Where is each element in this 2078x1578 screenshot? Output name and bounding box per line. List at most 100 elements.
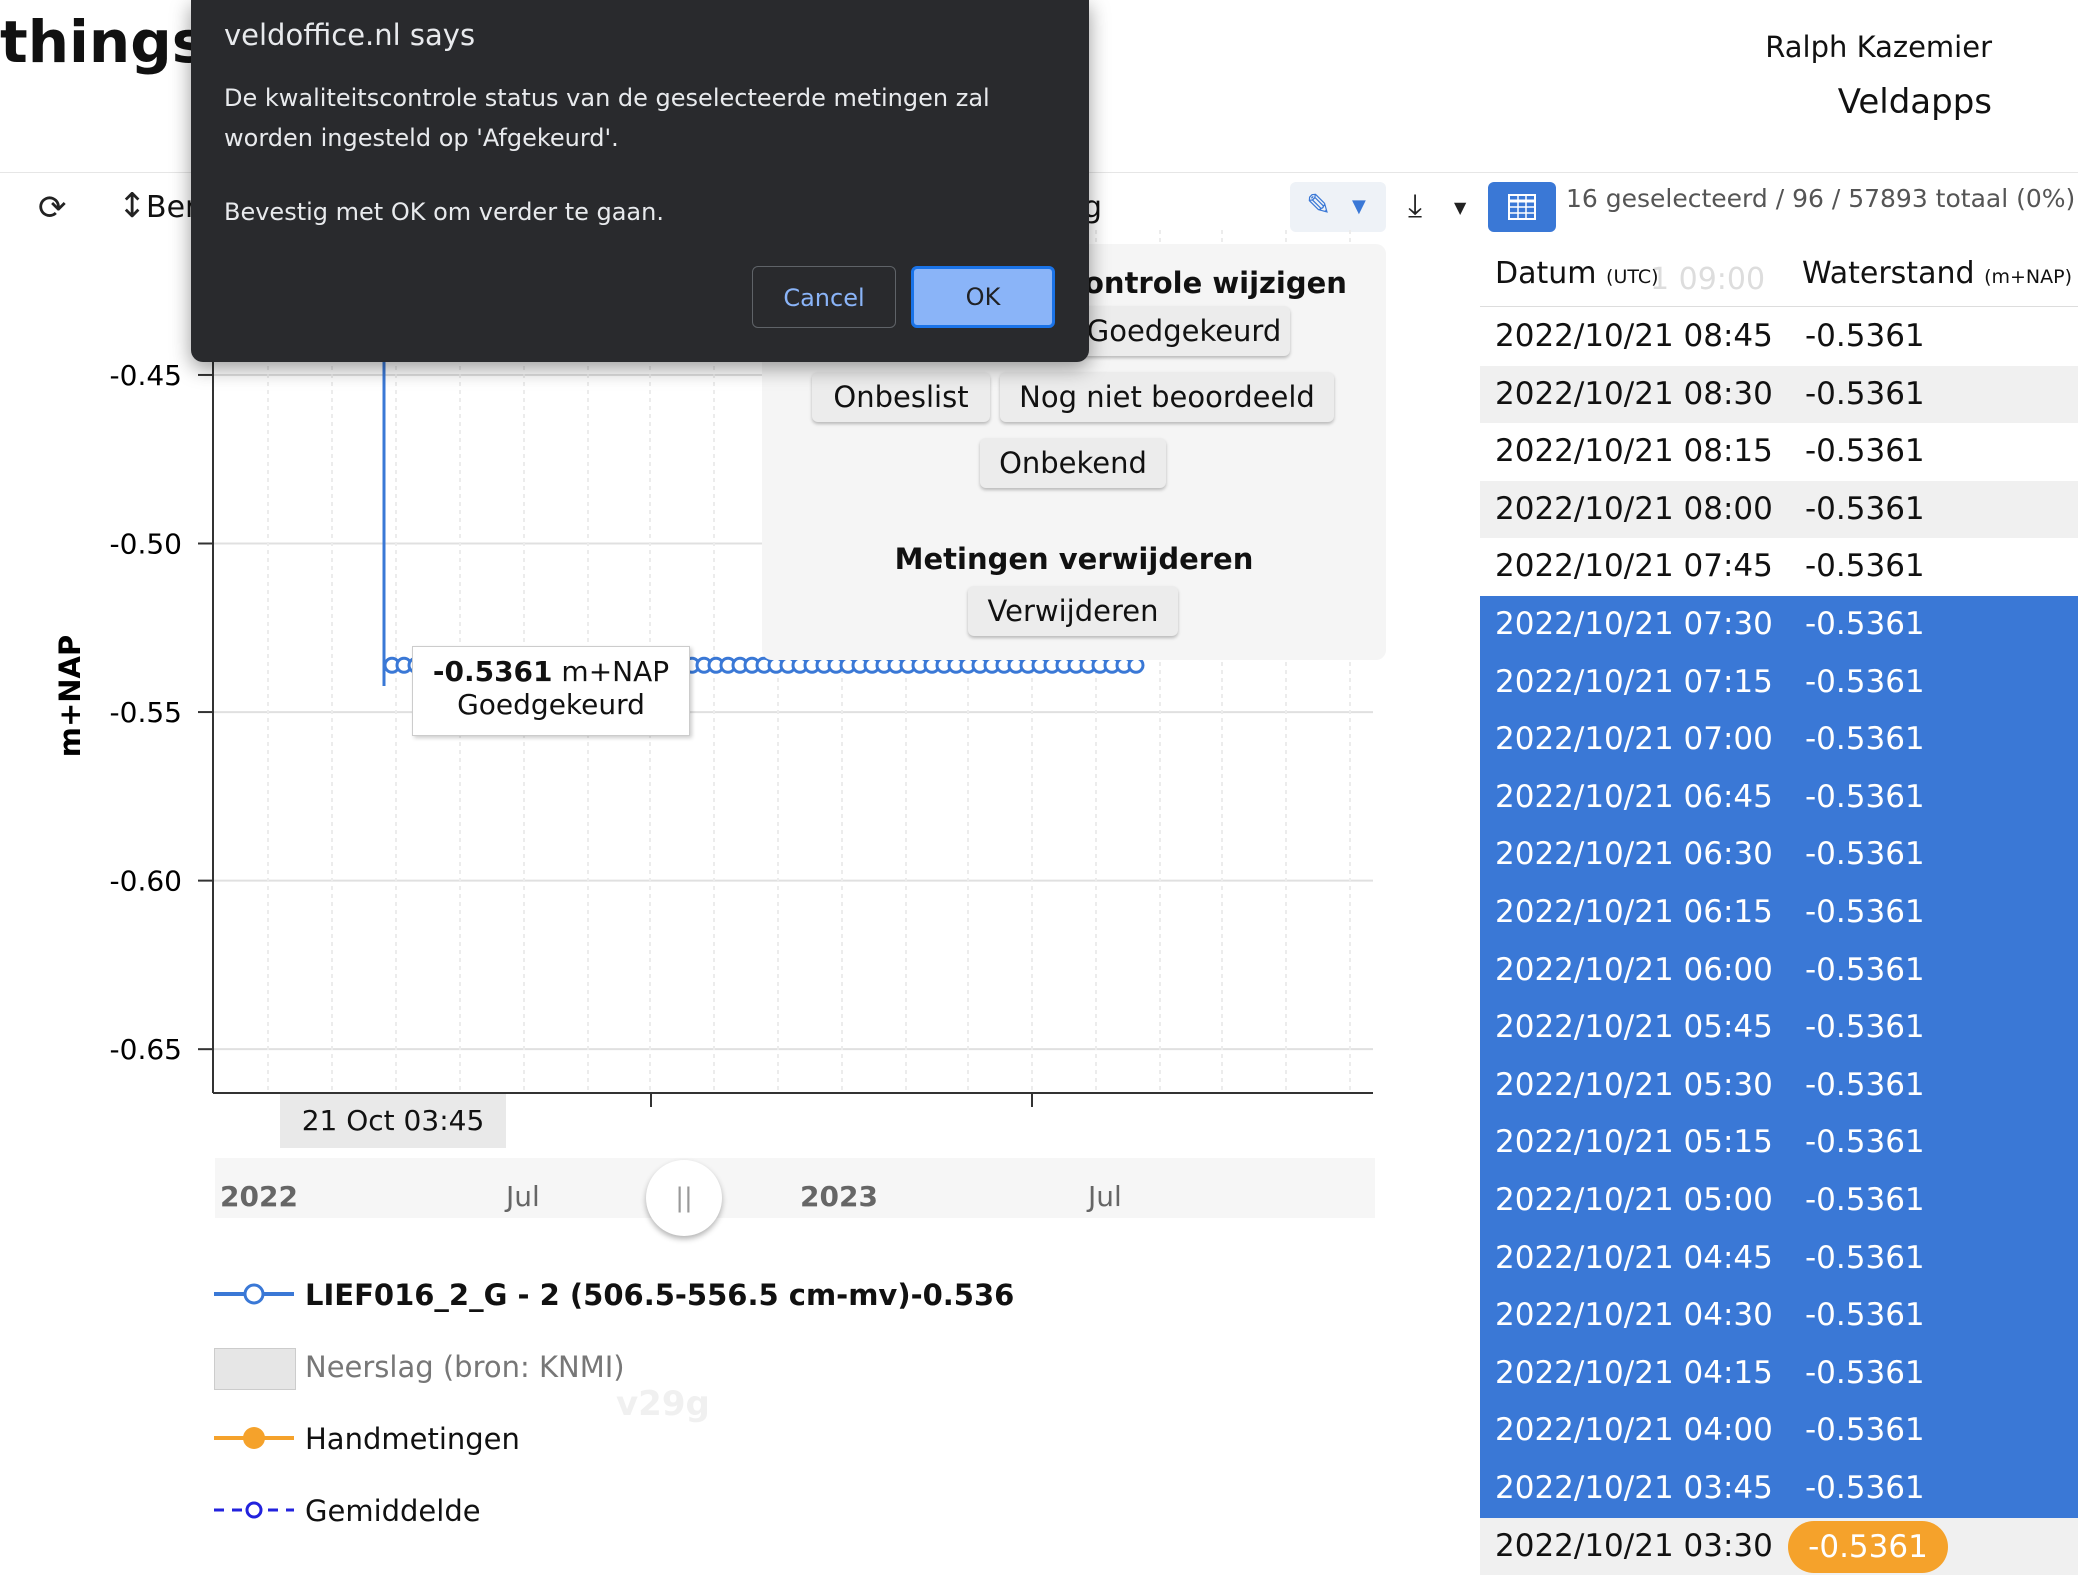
cell-date: 2022/10/21 05:00 [1495, 1182, 1773, 1218]
qc-onbeslist-button[interactable]: Onbeslist [812, 372, 990, 422]
table-row[interactable]: 2022/10/21 07:00 -0.5361 [1480, 711, 2078, 769]
cell-waterstand: -0.5361 [1805, 1009, 1925, 1046]
table-row[interactable]: 2022/10/21 08:30 -0.5361 [1480, 365, 2078, 424]
download-dropdown-button[interactable]: ⤓ ▼ [1402, 184, 1482, 230]
cell-waterstand: -0.5361 [1805, 606, 1925, 642]
legend-series-value: -0.536 [910, 1278, 1015, 1312]
handmeting-legend-icon [243, 1427, 265, 1449]
cell-waterstand: -0.5361 [1805, 433, 1925, 470]
cell-date: 2022/10/21 08:45 [1495, 318, 1773, 354]
download-icon: ⤓ [1408, 186, 1423, 224]
cell-date: 2022/10/21 07:15 [1495, 663, 1773, 700]
table-row[interactable]: 2022/10/21 06:15 -0.5361 [1480, 884, 2078, 942]
edit-dropdown-button[interactable]: ✎ ▼ [1290, 182, 1386, 232]
cell-date: 2022/10/21 04:45 [1495, 1239, 1773, 1276]
cell-waterstand: -0.5361 [1805, 1182, 1925, 1218]
table-row[interactable]: 2022/10/21 05:00 -0.5361 [1480, 1172, 2078, 1230]
org-name: Veldapps [1837, 82, 1992, 122]
cell-waterstand: -0.5361 [1805, 548, 1925, 585]
y-tick-label: -0.45 [110, 359, 182, 392]
cell-waterstand: -0.5361 [1805, 1066, 1925, 1103]
cell-date: 2022/10/21 03:30 [1495, 1527, 1773, 1564]
cell-waterstand: -0.5361 [1805, 663, 1925, 700]
cell-date: 2022/10/21 08:15 [1495, 433, 1773, 470]
qc-nog-niet-beoordeeld-button[interactable]: Nog niet beoordeeld [1000, 372, 1334, 422]
cell-date: 2022/10/21 06:00 [1495, 951, 1773, 988]
cell-date: 2022/10/21 08:00 [1495, 490, 1773, 527]
legend-item-precipitation[interactable]: Neerslag (bron: KNMI) [305, 1350, 625, 1384]
navigator-label: Jul [1088, 1180, 1122, 1213]
cell-waterstand: -0.5361 [1805, 778, 1925, 815]
table-row[interactable]: 2022/10/21 03:45 -0.5361 [1480, 1460, 2078, 1518]
table-row[interactable]: 2022/10/21 04:30 -0.5361 [1480, 1287, 2078, 1345]
legend-item-hand-measurements[interactable]: Handmetingen [305, 1422, 520, 1456]
column-header-waterstand[interactable]: Waterstand (m+NAP) [1802, 256, 2072, 291]
resize-label[interactable]: Ber [146, 190, 197, 225]
user-name[interactable]: Ralph Kazemier [1765, 30, 1992, 64]
table-row[interactable]: 2022/10/21 06:00 -0.5361 [1480, 941, 2078, 1000]
table-row[interactable]: 2022/10/21 05:30 -0.5361 [1480, 1056, 2078, 1115]
cell-date: 2022/10/21 04:30 [1495, 1297, 1773, 1334]
cell-waterstand-badge[interactable]: -0.5361 [1788, 1520, 1948, 1573]
cell-waterstand: -0.5361 [1805, 1297, 1925, 1334]
table-row[interactable]: 2022/10/21 08:45 -0.5361 [1480, 308, 2078, 366]
legend-item-series[interactable]: LIEF016_2_G - 2 (506.5-556.5 cm-mv)-0.53… [305, 1278, 1014, 1312]
pencil-icon: ✎ [1306, 188, 1332, 223]
crosshair-label: 21 Oct 03:45 [280, 1094, 506, 1148]
cell-waterstand: -0.5361 [1805, 721, 1925, 758]
caret-down-icon: ▼ [1454, 198, 1467, 217]
dialog-title: veldoffice.nl says [224, 18, 476, 52]
cell-date: 2022/10/21 08:30 [1495, 375, 1773, 412]
legend-item-average[interactable]: Gemiddelde [305, 1494, 481, 1528]
y-tick-label: -0.55 [110, 696, 182, 729]
table-row[interactable]: 2022/10/21 07:15 -0.5361 [1480, 653, 2078, 712]
ok-button[interactable]: OK [911, 266, 1055, 328]
cell-date: 2022/10/21 07:45 [1495, 548, 1773, 585]
y-axis-ticks: -0.45 -0.50 -0.55 -0.60 -0.65 [110, 359, 213, 1066]
navigator-label: 2023 [800, 1180, 878, 1213]
navigator-handle[interactable]: || [646, 1160, 722, 1236]
cell-date: 2022/10/21 07:00 [1495, 721, 1773, 758]
navigator-label: 2022 [220, 1180, 298, 1213]
table-row[interactable]: 2022/10/21 06:30 -0.5361 [1480, 826, 2078, 884]
dialog-message: De kwaliteitscontrole status van de gese… [224, 84, 990, 152]
resize-icon[interactable]: ↕ [118, 186, 147, 226]
table-row[interactable]: 2022/10/21 03:30 [1480, 1517, 2078, 1576]
cell-waterstand: -0.5361 [1805, 1470, 1925, 1506]
column-header-date[interactable]: Datum (UTC) [1495, 256, 1659, 291]
y-tick-label: -0.60 [110, 865, 182, 898]
cell-waterstand: -0.5361 [1805, 490, 1925, 527]
table-row[interactable]: 2022/10/21 07:45 -0.5361 [1480, 538, 2078, 596]
table-row[interactable]: 2022/10/21 06:45 -0.5361 [1480, 768, 2078, 827]
qc-heading: ontrole wijzigen [1084, 266, 1347, 300]
table-row[interactable]: 2022/10/21 05:45 -0.5361 [1480, 999, 2078, 1057]
cell-date: 2022/10/21 06:45 [1495, 778, 1773, 815]
cell-waterstand: -0.5361 [1805, 894, 1925, 930]
range-navigator[interactable] [215, 1158, 1375, 1218]
legend-symbols [214, 1283, 294, 1519]
column-header-date-label: Datum [1495, 256, 1597, 291]
cell-date: 2022/10/21 05:45 [1495, 1009, 1773, 1046]
y-axis-label: m+NAP [53, 635, 87, 758]
precipitation-swatch [214, 1348, 296, 1390]
cancel-button[interactable]: Cancel [752, 266, 896, 328]
table-view-toggle[interactable] [1488, 182, 1556, 232]
qc-onbekend-button[interactable]: Onbekend [980, 438, 1166, 488]
table-header-ghost-text: 1 09:00 [1650, 262, 1766, 297]
caret-down-icon: ▼ [1352, 196, 1366, 217]
delete-button[interactable]: Verwijderen [968, 586, 1178, 636]
table-row[interactable]: 2022/10/21 05:15 -0.5361 [1480, 1114, 2078, 1172]
table-row[interactable]: 2022/10/21 08:00 -0.5361 [1480, 480, 2078, 539]
cell-waterstand: -0.5361 [1805, 1354, 1925, 1391]
table-row[interactable]: 2022/10/21 04:45 -0.5361 [1480, 1229, 2078, 1288]
legend-series-name: LIEF016_2_G - 2 (506.5-556.5 cm-mv) [305, 1278, 911, 1312]
table-row[interactable]: 2022/10/21 07:30 -0.5361 [1480, 596, 2078, 654]
data-point[interactable] [1127, 656, 1145, 674]
table-row[interactable]: 2022/10/21 04:15 -0.5361 [1480, 1344, 2078, 1403]
refresh-icon[interactable]: ⟳ [38, 188, 67, 228]
table-icon [1508, 194, 1536, 220]
table-row[interactable]: 2022/10/21 04:00 -0.5361 [1480, 1402, 2078, 1460]
qc-goedgekeurd-button[interactable]: Goedgekeurd [1078, 306, 1290, 356]
column-header-waterstand-unit: (m+NAP) [1984, 266, 2072, 288]
table-row[interactable]: 2022/10/21 08:15 -0.5361 [1480, 423, 2078, 481]
